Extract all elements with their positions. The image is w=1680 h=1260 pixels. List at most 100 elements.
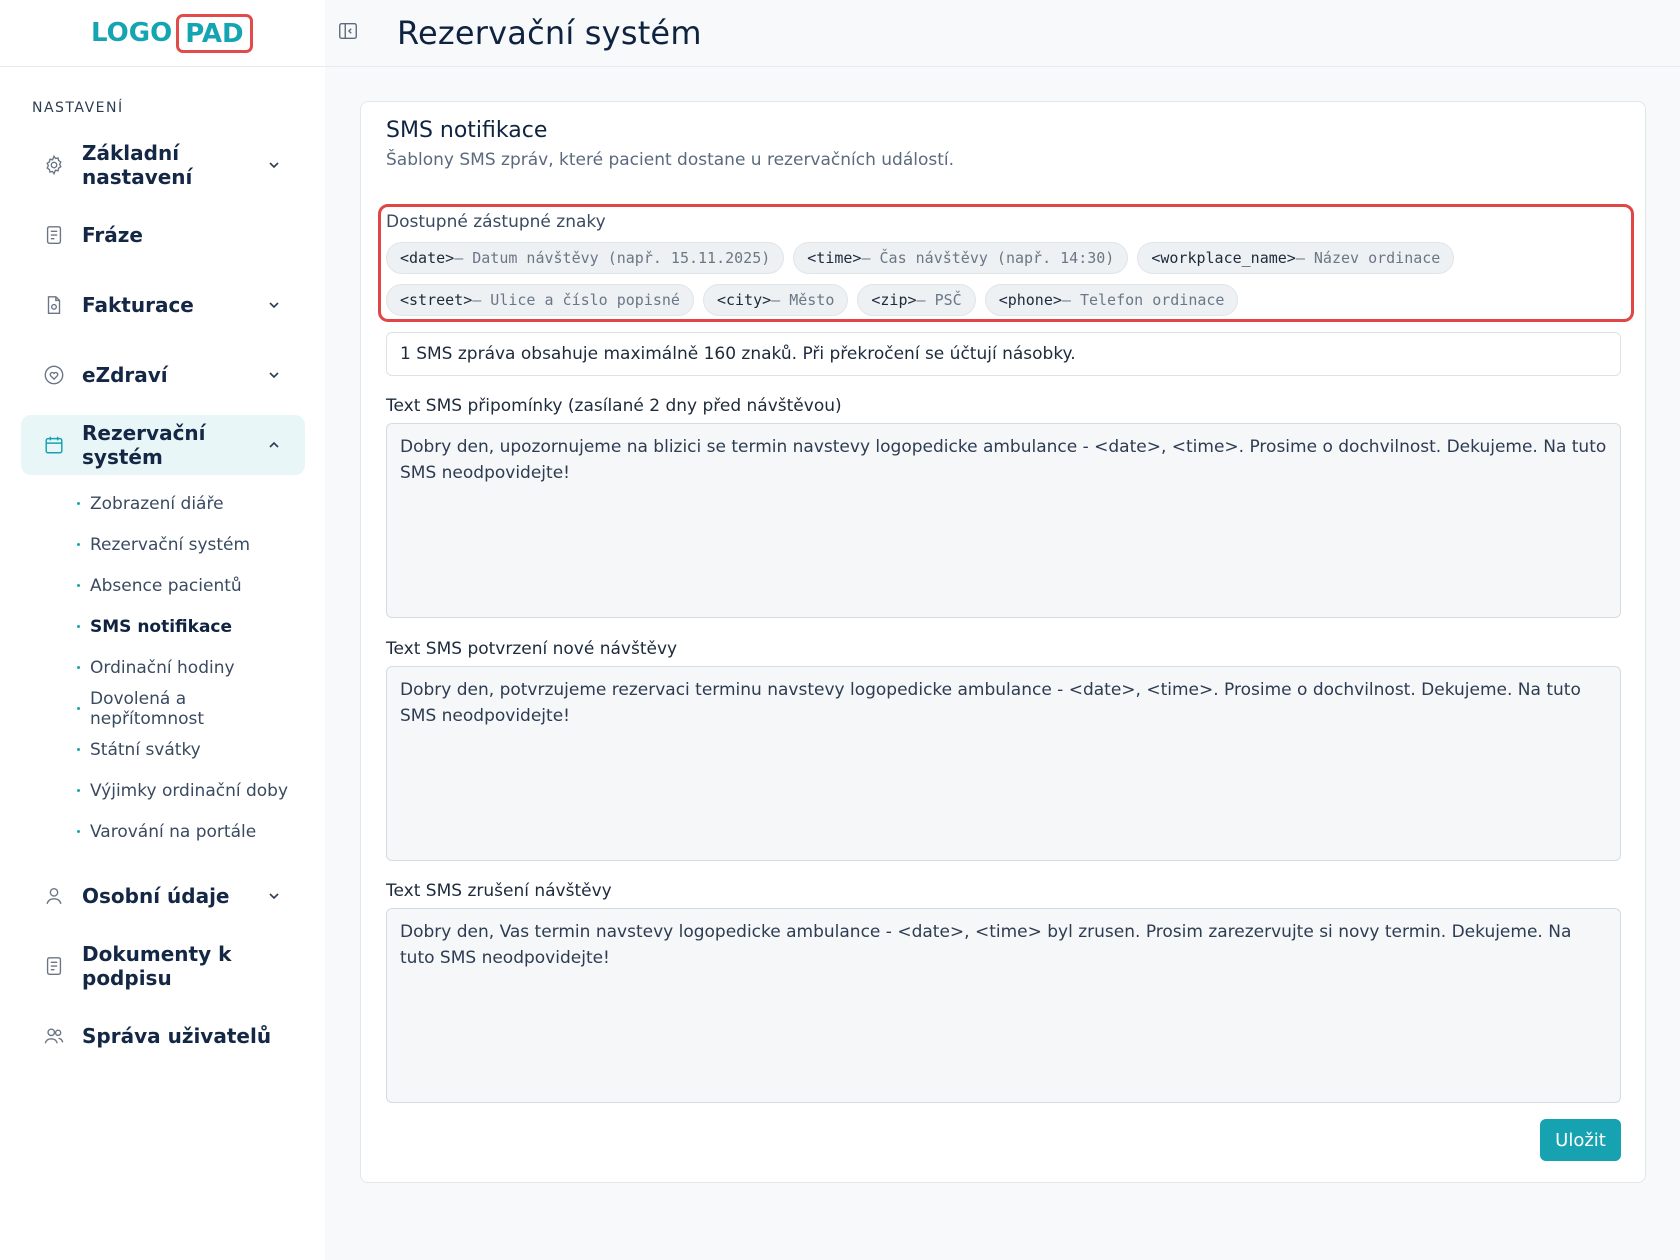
- sidebar-item-fraze[interactable]: Fráze: [21, 205, 305, 265]
- subnav-item-varovani[interactable]: Varování na portále: [77, 811, 305, 852]
- subnav-item-label: Varování na portále: [90, 821, 257, 842]
- subnav-item-zobrazeni-diare[interactable]: Zobrazení diáře: [77, 483, 305, 524]
- sidebar-item-ezdravi[interactable]: eZdraví: [21, 345, 305, 405]
- subnav-item-dovolena[interactable]: Dovolená a nepřítomnost: [77, 688, 305, 729]
- document-icon: [42, 223, 66, 247]
- confirmation-sms-label: Text SMS potvrzení nové návštěvy: [386, 639, 678, 659]
- chevron-up-icon: [267, 438, 281, 452]
- chip-tag: <date>: [400, 249, 455, 267]
- subnav-item-rezervacni-system[interactable]: Rezervační systém: [77, 524, 305, 565]
- chevron-down-icon: [267, 368, 281, 382]
- sidebar-item-fakturace[interactable]: Fakturace: [21, 275, 305, 335]
- top-bar: Rezervační systém: [325, 0, 1680, 67]
- sidebar-collapse-icon: [337, 20, 359, 46]
- sidebar-item-label: eZdraví: [82, 363, 168, 387]
- card-title: SMS notifikace: [386, 118, 548, 143]
- chip-tag: <time>: [807, 249, 862, 267]
- placeholder-chip-street[interactable]: <street> – Ulice a číslo popisné: [386, 284, 694, 316]
- cancellation-sms-textarea[interactable]: Dobry den, Vas termin navstevy logopedic…: [386, 908, 1621, 1103]
- chip-desc: – Telefon ordinace: [1061, 291, 1225, 309]
- chip-desc: – Ulice a číslo popisné: [472, 291, 680, 309]
- subnav-item-label: Absence pacientů: [90, 575, 242, 596]
- confirmation-sms-textarea[interactable]: Dobry den, potvrzujeme rezervaci terminu…: [386, 666, 1621, 861]
- subnav-item-absence-pacientu[interactable]: Absence pacientů: [77, 565, 305, 606]
- sidebar-item-dokumenty[interactable]: Dokumenty k podpisu: [21, 936, 305, 996]
- chip-desc: – Datum návštěvy (např. 15.11.2025): [454, 249, 771, 267]
- chip-tag: <city>: [716, 291, 772, 309]
- subnav-item-label: Státní svátky: [90, 739, 201, 760]
- logo-text: LOGO: [91, 18, 173, 48]
- logo[interactable]: LOGO PAD: [91, 13, 253, 53]
- sidebar-item-label: Rezervační systém: [82, 421, 206, 469]
- sidebar-item-label: Dokumenty k podpisu: [82, 942, 232, 990]
- subnav-item-label: Dovolená a nepřítomnost: [89, 688, 205, 729]
- reminder-sms-label: Text SMS připomínky (zasílané 2 dny před…: [386, 396, 842, 416]
- chevron-down-icon: [267, 298, 281, 312]
- user-icon: [42, 884, 66, 908]
- sidebar-toggle-button[interactable]: [335, 20, 361, 46]
- chip-desc: – PSČ: [916, 291, 962, 309]
- bullet-icon: [77, 789, 80, 792]
- sidebar-item-label: Základní nastavení: [82, 141, 193, 189]
- sidebar-nav: Základní nastavení Fráze Fakturace eZdra…: [21, 135, 305, 1076]
- bullet-icon: [77, 748, 80, 751]
- placeholder-chip-date[interactable]: <date> – Datum návštěvy (např. 15.11.2025…: [386, 242, 785, 274]
- subnav-item-sms-notifikace[interactable]: SMS notifikace: [77, 606, 305, 647]
- sidebar-item-label: Fráze: [82, 223, 143, 247]
- document-icon: [42, 954, 66, 978]
- logo-area: LOGO PAD: [0, 0, 325, 67]
- card-subtitle: Šablony SMS zpráv, které pacient dostane…: [386, 150, 955, 170]
- sidebar-item-label: Fakturace: [82, 293, 194, 317]
- chip-tag: <workplace_name>: [1151, 249, 1296, 267]
- sidebar-item-rezervacni-system[interactable]: Rezervační systém: [21, 415, 305, 475]
- sidebar-item-sprava-uzivatelu[interactable]: Správa uživatelů: [21, 1006, 305, 1066]
- placeholder-chip-time[interactable]: <time> – Čas návštěvy (např. 14:30): [793, 242, 1129, 274]
- subnav-item-vyjimky[interactable]: Výjimky ordinační doby: [77, 770, 305, 811]
- subnav-item-label: SMS notifikace: [90, 616, 233, 637]
- bullet-icon: [77, 830, 80, 833]
- section-label: NASTAVENÍ: [32, 100, 124, 116]
- chip-tag: <street>: [400, 291, 473, 309]
- subnav-item-statni-svatky[interactable]: Státní svátky: [77, 729, 305, 770]
- sms-notifications-card: SMS notifikace Šablony SMS zpráv, které …: [360, 101, 1646, 1183]
- placeholder-chip-phone[interactable]: <phone> – Telefon ordinace: [984, 284, 1239, 316]
- heart-icon: [42, 363, 66, 387]
- save-button[interactable]: Uložit: [1540, 1119, 1621, 1161]
- sidebar-item-zakladni-nastaveni[interactable]: Základní nastavení: [21, 135, 305, 195]
- sidebar-item-label: Správa uživatelů: [82, 1024, 272, 1048]
- placeholder-chip-workplace-name[interactable]: <workplace_name> – Název ordinace: [1137, 242, 1455, 274]
- gear-icon: [42, 153, 66, 177]
- chip-desc: – Město: [771, 291, 835, 309]
- logo-badge: PAD: [176, 13, 253, 53]
- chip-desc: – Čas návštěvy (např. 14:30): [861, 249, 1115, 267]
- subnav-rezervacni-system: Zobrazení diáře Rezervační systém Absenc…: [21, 483, 305, 852]
- chevron-down-icon: [267, 889, 281, 903]
- subnav-item-label: Rezervační systém: [90, 534, 251, 555]
- chip-tag: <phone>: [998, 291, 1062, 309]
- chip-tag: <zip>: [871, 291, 917, 309]
- sms-length-info: 1 SMS zpráva obsahuje maximálně 160 znak…: [386, 332, 1621, 376]
- sidebar-item-osobni-udaje[interactable]: Osobní údaje: [21, 866, 305, 926]
- subnav-item-label: Výjimky ordinační doby: [90, 780, 289, 801]
- reminder-sms-textarea[interactable]: Dobry den, upozornujeme na blizici se te…: [386, 423, 1621, 618]
- calendar-icon: [42, 433, 66, 457]
- bullet-icon: [77, 584, 80, 587]
- page-title: Rezervační systém: [397, 14, 702, 52]
- bullet-icon: [77, 707, 80, 710]
- subnav-item-label: Zobrazení diáře: [90, 493, 224, 514]
- bullet-icon: [77, 543, 80, 546]
- placeholder-chips: <date> – Datum návštěvy (např. 15.11.2025…: [386, 242, 1616, 316]
- chip-desc: – Název ordinace: [1295, 249, 1441, 267]
- subnav-item-ordinacni-hodiny[interactable]: Ordinační hodiny: [77, 647, 305, 688]
- sidebar: LOGO PAD NASTAVENÍ Základní nastavení Fr…: [0, 0, 325, 1260]
- placeholder-chip-city[interactable]: <city> – Město: [702, 284, 849, 316]
- invoice-icon: [42, 293, 66, 317]
- placeholders-title: Dostupné zástupné znaky: [386, 212, 606, 232]
- bullet-icon: [77, 666, 80, 669]
- bullet-icon: [77, 625, 80, 628]
- cancellation-sms-label: Text SMS zrušení návštěvy: [386, 881, 612, 901]
- subnav-item-label: Ordinační hodiny: [90, 657, 235, 678]
- users-icon: [42, 1024, 66, 1048]
- placeholder-chip-zip[interactable]: <zip> – PSČ: [857, 284, 976, 316]
- chevron-down-icon: [267, 158, 281, 172]
